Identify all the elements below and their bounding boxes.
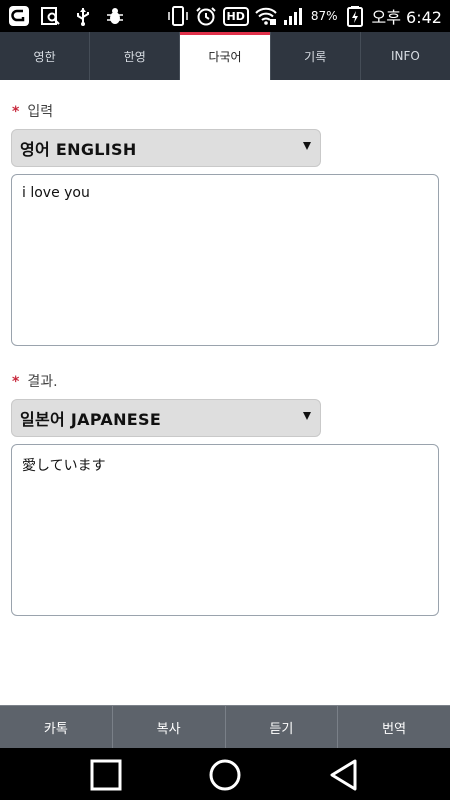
status-bar: HD 87% 오후 6:42 bbox=[0, 0, 450, 32]
action-bar: 카톡 복사 듣기 번역 bbox=[0, 705, 450, 748]
home-icon[interactable] bbox=[208, 758, 242, 792]
clock: 오후 6:42 bbox=[371, 8, 442, 27]
target-language-value: 일본어 JAPANESE bbox=[20, 410, 162, 429]
input-section-label: * 입력 bbox=[12, 101, 53, 121]
result-text-value: 愛しています bbox=[22, 458, 106, 474]
source-text-input[interactable]: i love you bbox=[11, 174, 439, 346]
hd-icon: HD bbox=[222, 6, 249, 26]
copy-button[interactable]: 복사 bbox=[113, 706, 226, 748]
battery-percent: 87% bbox=[310, 9, 338, 23]
kakaotalk-share-button[interactable]: 카톡 bbox=[0, 706, 113, 748]
status-bar-right: HD 87% 오후 6:42 bbox=[167, 4, 442, 28]
tab-en-ko[interactable]: 영한 bbox=[0, 32, 91, 80]
result-label-text: 결과. bbox=[27, 374, 58, 390]
dropdown-arrow-icon bbox=[303, 142, 311, 150]
status-bar-left bbox=[8, 4, 126, 28]
wifi-icon bbox=[255, 7, 277, 25]
signal-icon bbox=[283, 8, 302, 25]
alarm-icon bbox=[195, 7, 216, 26]
vibrate-icon bbox=[167, 6, 188, 26]
required-star: * bbox=[12, 374, 20, 390]
tab-bar: 영한 한영 다국어 기록 INFO bbox=[0, 32, 450, 80]
image-search-icon bbox=[41, 7, 60, 25]
tab-multilingual[interactable]: 다국어 bbox=[180, 32, 271, 80]
input-label-text: 입력 bbox=[27, 104, 54, 120]
recents-icon[interactable] bbox=[89, 758, 123, 792]
source-language-select[interactable]: 영어 ENGLISH bbox=[11, 129, 321, 167]
result-section-label: * 결과. bbox=[12, 371, 58, 391]
listen-button[interactable]: 듣기 bbox=[226, 706, 339, 748]
required-star: * bbox=[12, 104, 20, 120]
carrier-logo-icon bbox=[9, 6, 29, 26]
navigation-bar bbox=[0, 748, 450, 800]
tab-ko-en[interactable]: 한영 bbox=[90, 32, 181, 80]
result-text-output[interactable]: 愛しています bbox=[11, 444, 439, 616]
translate-button[interactable]: 번역 bbox=[338, 706, 450, 748]
dropdown-arrow-icon bbox=[303, 412, 311, 420]
battery-charging-icon bbox=[346, 6, 363, 27]
tab-info[interactable]: INFO bbox=[361, 32, 450, 80]
tab-history[interactable]: 기록 bbox=[271, 32, 361, 80]
back-icon[interactable] bbox=[327, 758, 361, 792]
bug-icon bbox=[107, 8, 123, 24]
source-language-value: 영어 ENGLISH bbox=[20, 140, 137, 159]
target-language-select[interactable]: 일본어 JAPANESE bbox=[11, 399, 321, 437]
usb-icon bbox=[77, 8, 89, 26]
source-text-value: i love you bbox=[22, 185, 90, 201]
